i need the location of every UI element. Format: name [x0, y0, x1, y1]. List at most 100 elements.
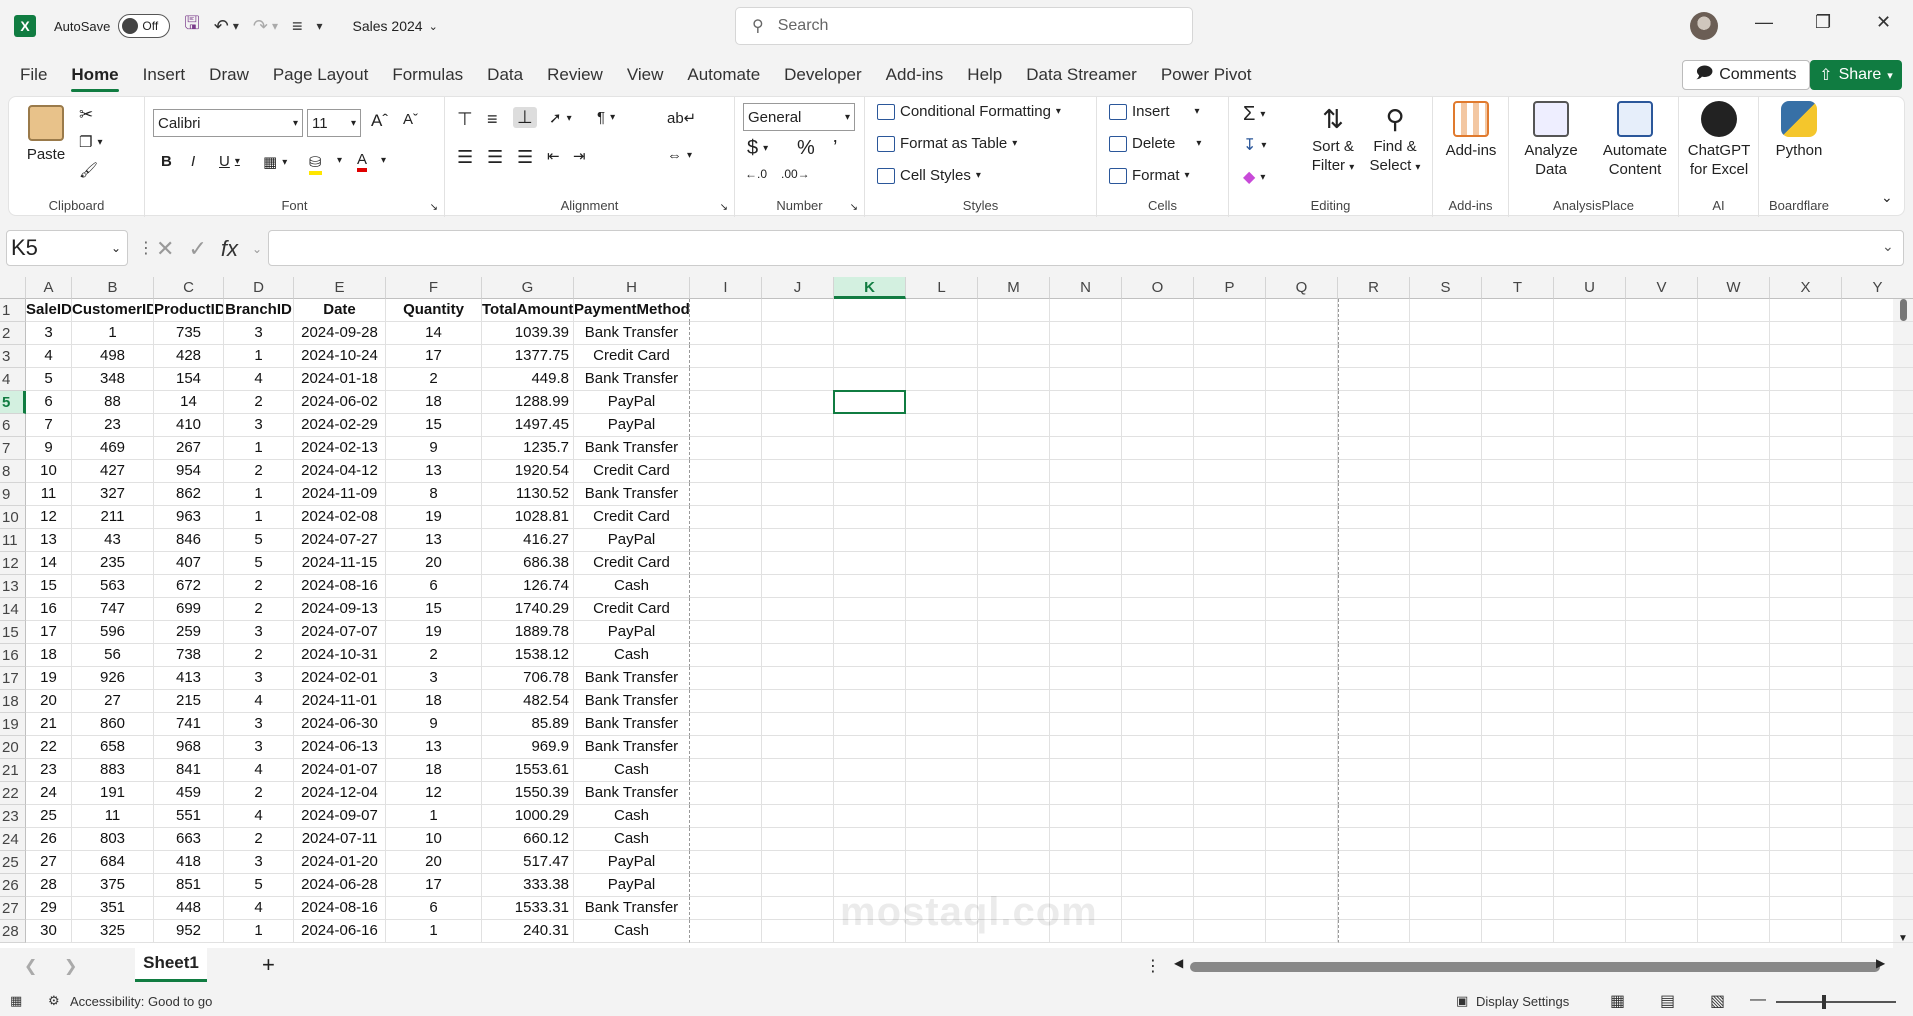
empty-cell[interactable]	[1266, 805, 1338, 828]
empty-cell[interactable]	[762, 644, 834, 667]
empty-cell[interactable]	[1266, 552, 1338, 575]
empty-cell[interactable]	[690, 759, 762, 782]
empty-cell[interactable]	[762, 529, 834, 552]
empty-cell[interactable]	[834, 368, 906, 391]
zoom-out-icon[interactable]: —	[1750, 991, 1766, 1009]
empty-cell[interactable]	[1770, 759, 1842, 782]
empty-cell[interactable]	[1410, 368, 1482, 391]
empty-cell[interactable]	[1482, 391, 1554, 414]
empty-cell[interactable]	[1266, 736, 1338, 759]
empty-cell[interactable]	[1698, 690, 1770, 713]
row-header[interactable]: 2	[0, 322, 26, 345]
table-cell[interactable]: 862	[154, 483, 224, 506]
wrap-text-icon[interactable]: ab↵	[667, 109, 696, 127]
empty-cell[interactable]	[690, 644, 762, 667]
cut-icon[interactable]: ✂	[79, 105, 93, 125]
row-header[interactable]: 13	[0, 575, 26, 598]
empty-cell[interactable]	[1410, 874, 1482, 897]
table-cell[interactable]: Bank Transfer	[574, 782, 690, 805]
clear-icon[interactable]: ◆ ▾	[1243, 167, 1265, 187]
empty-cell[interactable]	[1482, 851, 1554, 874]
empty-cell[interactable]	[690, 322, 762, 345]
table-cell[interactable]: 327	[72, 483, 154, 506]
more-options-icon[interactable]: ⋮	[1145, 956, 1161, 976]
empty-cell[interactable]	[1410, 598, 1482, 621]
empty-cell[interactable]	[978, 644, 1050, 667]
table-cell[interactable]: 2024-06-16	[294, 920, 386, 943]
expand-formula-bar-icon[interactable]: ⌄	[1882, 238, 1894, 255]
dialog-launcher-icon[interactable]: ↘	[850, 202, 858, 213]
sort-filter-button[interactable]: ⇅ Sort & Filter ▾	[1305, 101, 1361, 177]
empty-cell[interactable]	[1338, 897, 1410, 920]
empty-cell[interactable]	[1770, 736, 1842, 759]
table-cell[interactable]: 4	[224, 805, 294, 828]
empty-cell[interactable]	[1410, 782, 1482, 805]
empty-cell[interactable]	[1410, 460, 1482, 483]
empty-cell[interactable]	[1482, 759, 1554, 782]
empty-cell[interactable]	[1410, 644, 1482, 667]
zoom-slider-handle[interactable]	[1822, 995, 1826, 1009]
empty-cell[interactable]	[1626, 460, 1698, 483]
table-cell[interactable]: 18	[26, 644, 72, 667]
empty-cell[interactable]	[1698, 529, 1770, 552]
table-cell[interactable]: 24	[26, 782, 72, 805]
empty-cell[interactable]	[1698, 736, 1770, 759]
empty-cell[interactable]	[1410, 483, 1482, 506]
empty-cell[interactable]	[1122, 299, 1194, 322]
table-cell[interactable]: 19	[386, 506, 482, 529]
row-header[interactable]: 17	[0, 667, 26, 690]
empty-cell[interactable]	[1410, 805, 1482, 828]
table-cell[interactable]: 2024-06-28	[294, 874, 386, 897]
empty-cell[interactable]	[1770, 437, 1842, 460]
undo-icon[interactable]: ↶	[214, 16, 229, 37]
table-cell[interactable]: 706.78	[482, 667, 574, 690]
empty-cell[interactable]	[1194, 920, 1266, 943]
empty-cell[interactable]	[1410, 621, 1482, 644]
empty-cell[interactable]	[1338, 460, 1410, 483]
empty-cell[interactable]	[1482, 460, 1554, 483]
empty-cell[interactable]	[1194, 759, 1266, 782]
table-cell[interactable]: 17	[386, 874, 482, 897]
table-cell[interactable]: 20	[26, 690, 72, 713]
empty-cell[interactable]	[1698, 920, 1770, 943]
empty-cell[interactable]	[1482, 736, 1554, 759]
table-cell[interactable]: 351	[72, 897, 154, 920]
empty-cell[interactable]	[1554, 736, 1626, 759]
empty-cell[interactable]	[1050, 828, 1122, 851]
empty-cell[interactable]	[1338, 759, 1410, 782]
empty-cell[interactable]	[1842, 782, 1913, 805]
empty-cell[interactable]	[1770, 299, 1842, 322]
empty-cell[interactable]	[1338, 483, 1410, 506]
empty-cell[interactable]	[1842, 874, 1913, 897]
empty-cell[interactable]	[1698, 828, 1770, 851]
empty-cell[interactable]	[978, 345, 1050, 368]
table-cell[interactable]: 10	[386, 828, 482, 851]
font-color-icon[interactable]: A	[357, 151, 368, 172]
empty-cell[interactable]	[1554, 322, 1626, 345]
table-cell[interactable]: 482.54	[482, 690, 574, 713]
row-header[interactable]: 3	[0, 345, 26, 368]
empty-cell[interactable]	[1554, 644, 1626, 667]
table-cell[interactable]: 9	[26, 437, 72, 460]
empty-cell[interactable]	[1626, 414, 1698, 437]
empty-cell[interactable]	[1338, 828, 1410, 851]
empty-cell[interactable]	[906, 437, 978, 460]
column-header[interactable]: F	[386, 277, 482, 299]
table-cell[interactable]: 1	[224, 920, 294, 943]
table-cell[interactable]: 803	[72, 828, 154, 851]
empty-cell[interactable]	[1194, 437, 1266, 460]
empty-cell[interactable]	[1266, 874, 1338, 897]
table-cell[interactable]: 4	[224, 759, 294, 782]
decrease-font-icon[interactable]: Aˇ	[403, 111, 418, 128]
table-cell[interactable]: 19	[386, 621, 482, 644]
empty-cell[interactable]	[1266, 345, 1338, 368]
find-select-button[interactable]: ⚲ Find & Select ▾	[1365, 101, 1425, 177]
empty-cell[interactable]	[1266, 368, 1338, 391]
empty-cell[interactable]	[1122, 437, 1194, 460]
empty-cell[interactable]	[1482, 299, 1554, 322]
empty-cell[interactable]	[1482, 667, 1554, 690]
empty-cell[interactable]	[1050, 805, 1122, 828]
table-cell[interactable]: Credit Card	[574, 506, 690, 529]
table-cell[interactable]: PayPal	[574, 621, 690, 644]
row-header[interactable]: 14	[0, 598, 26, 621]
